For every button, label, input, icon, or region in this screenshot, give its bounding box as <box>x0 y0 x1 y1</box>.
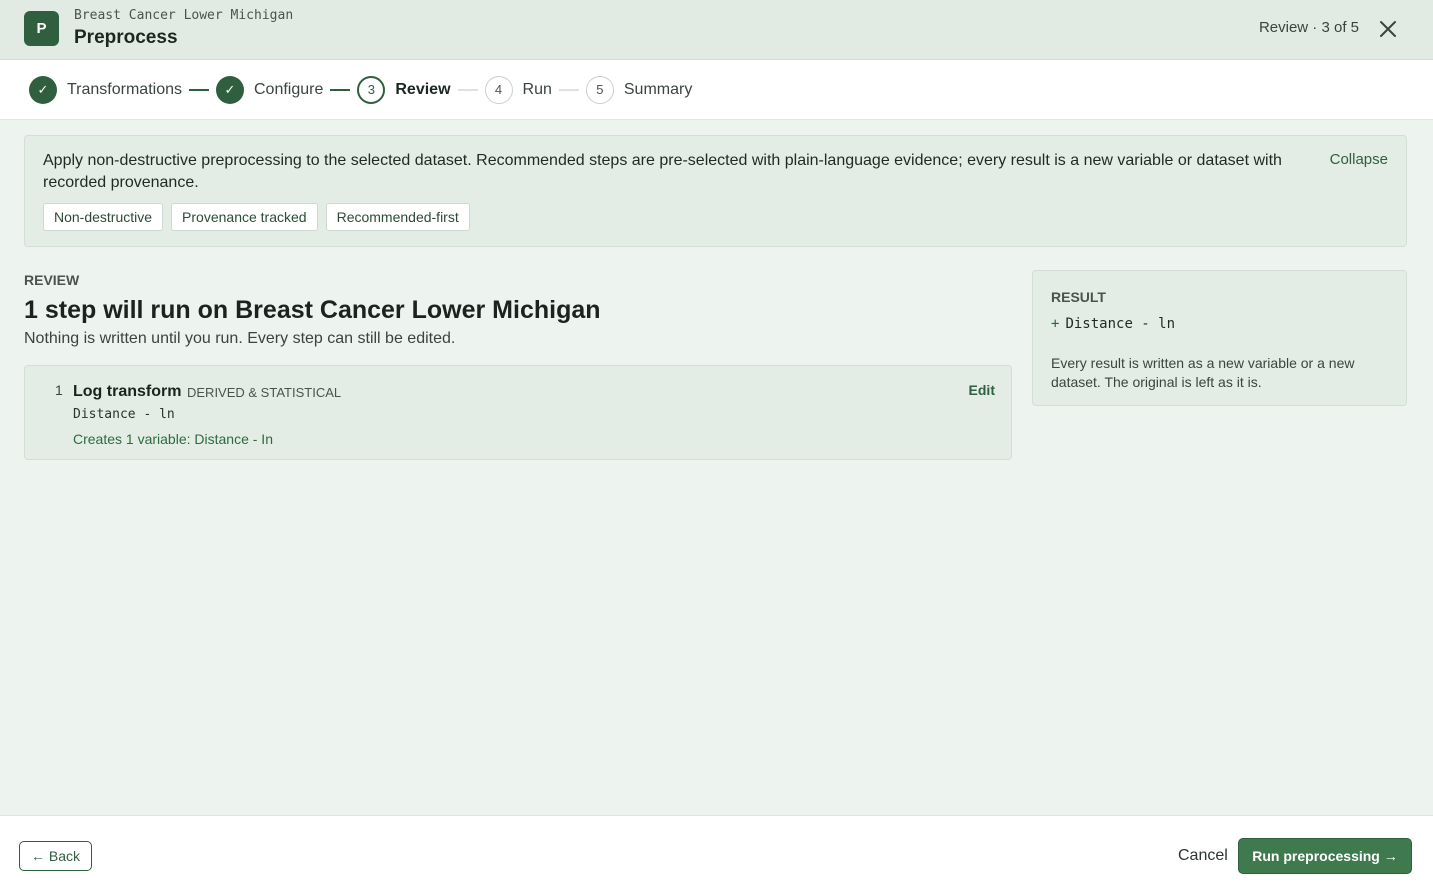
wizard-stepper: ✓ Transformations ✓ Configure 3 Review 4… <box>0 60 1433 120</box>
app-header: P Breast Cancer Lower Michigan Preproces… <box>0 0 1433 60</box>
step-card-name: Log transform <box>73 383 182 400</box>
step-number: 3 <box>357 75 386 104</box>
close-icon <box>1380 21 1396 37</box>
step-label: Transformations <box>67 80 182 98</box>
review-heading: 1 step will run on Breast Cancer Lower M… <box>24 296 601 324</box>
feature-chips: Non-destructive Provenance tracked Recom… <box>43 203 470 231</box>
chip-provenance: Provenance tracked <box>171 203 318 231</box>
collapse-button[interactable]: Collapse <box>1330 151 1388 168</box>
result-panel: RESULT + Distance - ln Every result is wr… <box>1032 270 1407 406</box>
step-configure[interactable]: ✓ Configure <box>216 75 324 104</box>
step-number: 5 <box>585 75 614 104</box>
step-card: 1 Log transform DERIVED & STATISTICAL Ed… <box>24 365 1012 460</box>
step-card-category: DERIVED & STATISTICAL <box>187 385 342 400</box>
cancel-button[interactable]: Cancel <box>1178 847 1228 865</box>
chip-recommended: Recommended-first <box>325 203 470 231</box>
step-progress: Review · 3 of 5 <box>1258 19 1359 36</box>
footer-bar: ← Back Cancel Run preprocessing → <box>0 815 1433 882</box>
back-button[interactable]: ← Back <box>19 841 93 871</box>
step-label: Summary <box>623 80 693 98</box>
step-review[interactable]: 3 Review <box>357 75 451 104</box>
app-logo: P <box>24 11 59 46</box>
step-run: 4 Run <box>484 75 552 104</box>
step-card-variable: Distance - ln <box>73 407 175 422</box>
result-note: Every result is written as a new variabl… <box>1051 355 1355 390</box>
page-title: Preprocess <box>74 27 178 48</box>
result-title: RESULT <box>1051 289 1106 305</box>
intro-banner: Apply non-destructive preprocessing to t… <box>24 135 1407 247</box>
chip-non-destructive: Non-destructive <box>43 203 164 231</box>
review-eyebrow: REVIEW <box>24 272 80 288</box>
step-transformations[interactable]: ✓ Transformations <box>29 75 182 104</box>
dataset-name: Breast Cancer Lower Michigan <box>74 8 294 23</box>
step-card-number: 1 <box>55 382 63 398</box>
check-icon: ✓ <box>216 75 244 104</box>
check-icon: ✓ <box>29 75 57 104</box>
close-button[interactable] <box>1375 16 1401 42</box>
step-label: Review <box>395 80 451 98</box>
step-summary: 5 Summary <box>585 75 693 104</box>
banner-description: Apply non-destructive preprocessing to t… <box>43 152 1282 191</box>
result-item: + Distance - ln <box>1051 316 1175 332</box>
plus-icon: + <box>1051 316 1060 332</box>
review-note: Nothing is written until you run. Every … <box>24 330 456 347</box>
step-label: Run <box>522 80 552 98</box>
step-card-creates: Creates 1 variable: Distance - In <box>73 431 273 447</box>
step-connector <box>457 88 478 91</box>
result-item-label: Distance - ln <box>1065 316 1176 332</box>
run-preprocessing-button[interactable]: Run preprocessing → <box>1238 838 1412 874</box>
step-connector <box>189 88 209 91</box>
edit-step-button[interactable]: Edit <box>969 382 995 398</box>
step-connector <box>558 88 579 91</box>
step-connector <box>330 88 351 91</box>
step-number: 4 <box>484 75 513 104</box>
step-label: Configure <box>254 80 324 98</box>
